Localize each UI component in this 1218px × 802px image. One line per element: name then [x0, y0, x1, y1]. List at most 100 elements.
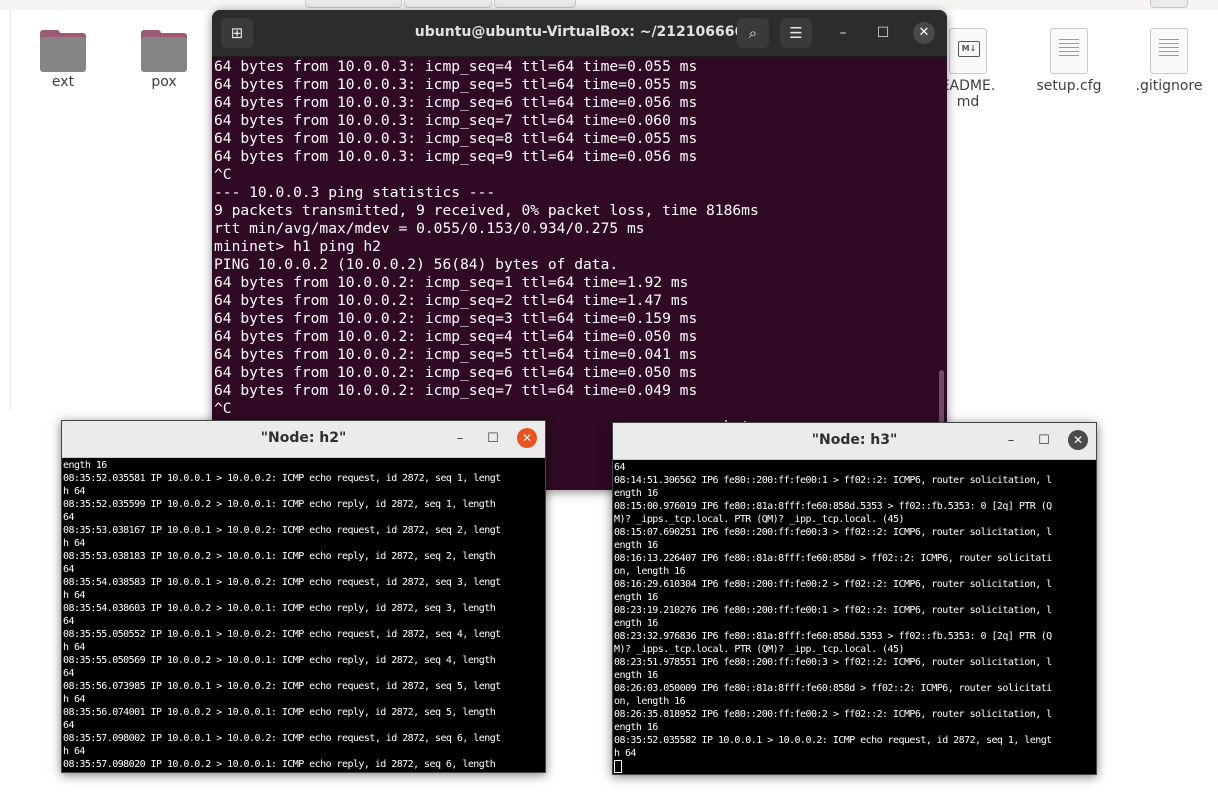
terminal-line: h 64 — [63, 642, 85, 653]
close-button[interactable]: ✕ — [913, 22, 935, 44]
text-file-icon — [1150, 28, 1188, 74]
node-h3-output[interactable]: 6408:14:51.306562 IP6 fe80::200:ff:fe00:… — [614, 461, 1095, 774]
terminal-line: 64 bytes from 10.0.0.2: icmp_seq=7 ttl=6… — [214, 382, 698, 399]
markdown-file-icon: M↓ — [949, 28, 987, 74]
terminal-line: 64 — [63, 616, 75, 627]
terminal-scrollbar[interactable] — [939, 370, 944, 430]
file-manager-search-button[interactable] — [1150, 0, 1188, 8]
terminal-line: 64 bytes from 10.0.0.2: icmp_seq=3 ttl=6… — [214, 310, 698, 327]
terminal-line: 08:35:53.038183 IP 10.0.0.2 > 10.0.0.1: … — [63, 551, 496, 562]
terminal-line: ength 16 — [614, 540, 658, 551]
terminal-cursor — [614, 760, 1095, 774]
terminal-line: 64 bytes from 10.0.0.3: icmp_seq=7 ttl=6… — [214, 112, 698, 129]
file-item-pox[interactable]: pox — [119, 30, 209, 90]
file-item-setup-cfg[interactable]: setup.cfg — [1024, 28, 1114, 94]
node-h3-window[interactable]: "Node: h3" – ☐ ✕ 6408:14:51.306562 IP6 f… — [612, 422, 1097, 775]
terminal-line: 64 bytes from 10.0.0.3: icmp_seq=8 ttl=6… — [214, 130, 698, 147]
terminal-line: 64 bytes from 10.0.0.3: icmp_seq=5 ttl=6… — [214, 76, 698, 93]
terminal-line: 9 packets transmitted, 9 received, 0% pa… — [214, 202, 759, 219]
file-label: .gitignore — [1135, 78, 1203, 94]
terminal-line: ength 16 — [63, 460, 107, 471]
terminal-line: ^C — [214, 400, 232, 417]
terminal-line: 08:35:56.073985 IP 10.0.0.1 > 10.0.0.2: … — [63, 681, 501, 692]
minimize-button[interactable]: – — [1000, 430, 1022, 452]
terminal-line: --- 10.0.0.3 ping statistics --- — [214, 184, 496, 201]
maximize-button[interactable]: ☐ — [872, 22, 894, 44]
terminal-line: 08:14:51.306562 IP6 fe80::200:ff:fe00:1 … — [614, 475, 1052, 486]
folder-icon — [141, 30, 187, 72]
sidebar-divider — [10, 10, 11, 410]
terminal-line: ength 16 — [614, 618, 658, 629]
terminal-line: 08:35:56.074001 IP 10.0.0.2 > 10.0.0.1: … — [63, 707, 496, 718]
file-label: setup.cfg — [1036, 78, 1102, 94]
terminal-line: 64 — [614, 462, 626, 473]
terminal-line: 08:35:53.038167 IP 10.0.0.1 > 10.0.0.2: … — [63, 525, 501, 536]
terminal-line: 64 — [63, 564, 75, 575]
search-icon[interactable]: ⌕ — [737, 18, 769, 48]
terminal-line: 08:35:55.050552 IP 10.0.0.1 > 10.0.0.2: … — [63, 629, 501, 640]
terminal-line: 64 bytes from 10.0.0.2: icmp_seq=5 ttl=6… — [214, 346, 698, 363]
terminal-line: M)? _ipps._tcp.local. PTR (QM)? _ipp._tc… — [614, 644, 905, 655]
terminal-line: 08:23:19.210276 IP6 fe80::200:ff:fe00:1 … — [614, 605, 1052, 616]
terminal-line: 08:35:54.038583 IP 10.0.0.1 > 10.0.0.2: … — [63, 577, 501, 588]
terminal-line: on, length 16 — [614, 566, 686, 577]
terminal-line: 08:35:55.050569 IP 10.0.0.2 > 10.0.0.1: … — [63, 655, 496, 666]
terminal-line: 08:35:54.038603 IP 10.0.0.2 > 10.0.0.1: … — [63, 603, 496, 614]
file-manager-header — [0, 0, 1218, 10]
node-h3-titlebar[interactable]: "Node: h3" – ☐ ✕ — [613, 423, 1096, 460]
file-item-gitignore[interactable]: .gitignore — [1124, 28, 1214, 94]
terminal-line: h 64 — [63, 486, 85, 497]
terminal-line: 64 bytes from 10.0.0.2: icmp_seq=1 ttl=6… — [214, 274, 689, 291]
terminal-window[interactable]: ⊞ ubuntu@ubuntu-VirtualBox: ~/212106666 … — [212, 10, 947, 490]
terminal-line: 64 bytes from 10.0.0.2: icmp_seq=4 ttl=6… — [214, 328, 698, 345]
file-label: ext — [51, 74, 75, 90]
terminal-line: h 64 — [63, 590, 85, 601]
terminal-line: 64 — [63, 720, 75, 731]
folder-icon — [40, 30, 86, 72]
terminal-line: 08:35:57.098020 IP 10.0.0.2 > 10.0.0.1: … — [63, 759, 496, 770]
terminal-line: on, length 16 — [614, 696, 686, 707]
terminal-line: 08:35:52.035582 IP 10.0.0.1 > 10.0.0.2: … — [614, 735, 1052, 746]
terminal-line: 08:15:07.690251 IP6 fe80::200:ff:fe00:3 … — [614, 527, 1052, 538]
close-button[interactable]: ✕ — [1068, 430, 1088, 450]
terminal-line: ength 16 — [614, 592, 658, 603]
terminal-titlebar[interactable]: ⊞ ubuntu@ubuntu-VirtualBox: ~/212106666 … — [212, 10, 947, 57]
terminal-line: 08:35:57.098002 IP 10.0.0.1 > 10.0.0.2: … — [63, 733, 501, 744]
terminal-line: 08:16:13.226407 IP6 fe80::81a:8fff:fe60:… — [614, 553, 1052, 564]
hamburger-menu-icon[interactable]: ☰ — [780, 18, 812, 48]
file-label: pox — [151, 74, 177, 90]
breadcrumb-home[interactable] — [305, 0, 402, 8]
terminal-line: 64 bytes from 10.0.0.3: icmp_seq=9 ttl=6… — [214, 148, 698, 165]
terminal-line: 08:35:52.035599 IP 10.0.0.2 > 10.0.0.1: … — [63, 499, 496, 510]
terminal-line: h 64 — [614, 748, 636, 759]
terminal-line: ength 16 — [614, 722, 658, 733]
maximize-button[interactable]: ☐ — [1033, 430, 1055, 452]
node-h2-window[interactable]: "Node: h2" – ☐ ✕ ength 16 08:35:52.035581… — [61, 420, 546, 773]
terminal-line: h 64 — [63, 746, 85, 757]
file-item-ext[interactable]: ext — [18, 30, 108, 90]
minimize-button[interactable]: – — [832, 22, 854, 44]
terminal-line: 64 — [63, 512, 75, 523]
terminal-line: 64 bytes from 10.0.0.3: icmp_seq=6 ttl=6… — [214, 94, 698, 111]
maximize-button[interactable]: ☐ — [482, 428, 504, 450]
terminal-line: 64 bytes from 10.0.0.2: icmp_seq=6 ttl=6… — [214, 364, 698, 381]
terminal-line: 64 — [63, 668, 75, 679]
breadcrumb-pox[interactable] — [494, 0, 576, 8]
node-h2-output[interactable]: ength 16 08:35:52.035581 IP 10.0.0.1 > 10… — [63, 459, 544, 772]
terminal-line: mininet> h1 ping h2 — [214, 238, 381, 255]
terminal-line: 08:23:32.976836 IP6 fe80::81a:8fff:fe60:… — [614, 631, 1052, 642]
close-button[interactable]: ✕ — [517, 428, 537, 448]
terminal-line: 64 bytes from 10.0.0.3: icmp_seq=4 ttl=6… — [214, 58, 698, 75]
terminal-line: 08:16:29.610304 IP6 fe80::200:ff:fe00:2 … — [614, 579, 1052, 590]
minimize-button[interactable]: – — [449, 428, 471, 450]
node-h2-title: "Node: h2" — [260, 430, 347, 446]
terminal-line: ^C — [214, 166, 232, 183]
text-file-icon — [1050, 28, 1088, 74]
terminal-line: 08:35:52.035581 IP 10.0.0.1 > 10.0.0.2: … — [63, 473, 501, 484]
node-h3-title: "Node: h3" — [811, 432, 898, 448]
terminal-line: PING 10.0.0.2 (10.0.0.2) 56(84) bytes of… — [214, 256, 619, 273]
terminal-line: 08:15:00.976019 IP6 fe80::81a:8fff:fe60:… — [614, 501, 1052, 512]
breadcrumb-folder[interactable] — [404, 0, 492, 8]
node-h2-titlebar[interactable]: "Node: h2" – ☐ ✕ — [62, 421, 545, 458]
terminal-line: ength 16 — [614, 670, 658, 681]
